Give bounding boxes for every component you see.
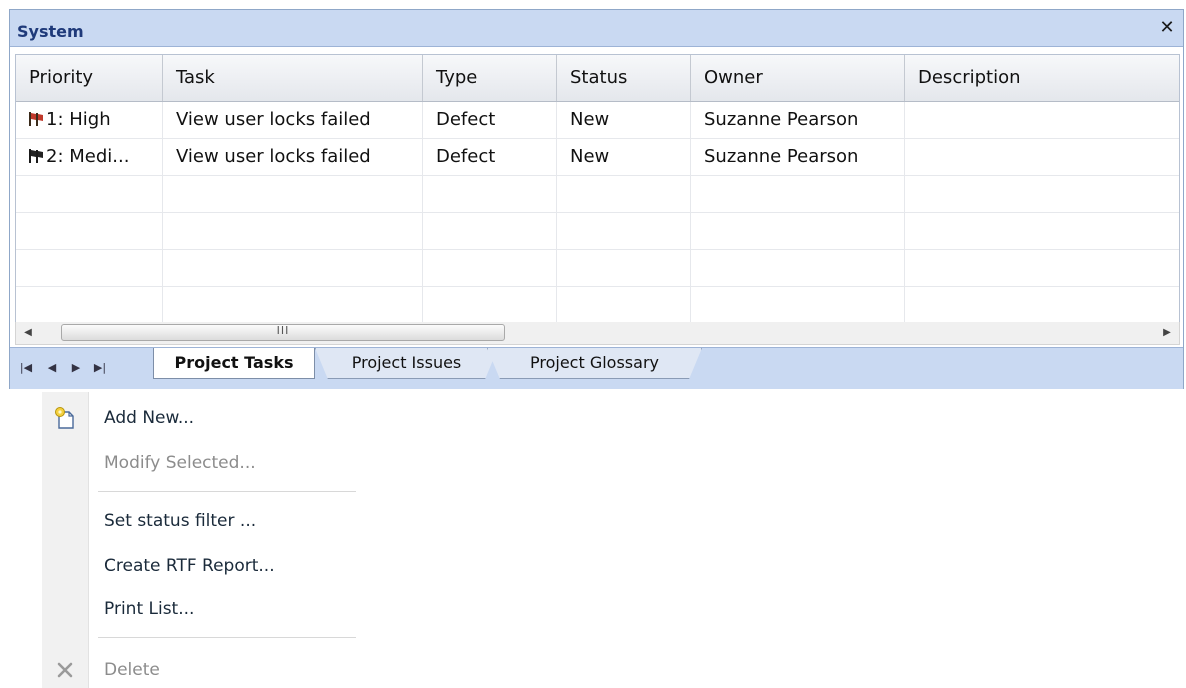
first-tab-icon[interactable]: |◀ xyxy=(18,360,34,376)
empty-row xyxy=(16,213,1179,250)
empty-cell xyxy=(423,213,557,249)
new-item-icon xyxy=(55,407,74,429)
empty-cell xyxy=(905,287,1179,323)
menu-item-delete[interactable]: Delete xyxy=(42,652,358,688)
empty-cell xyxy=(163,176,423,212)
window-title: System xyxy=(17,22,84,41)
priority-flag-icon xyxy=(29,112,43,126)
menu-item-label: Delete xyxy=(104,660,160,680)
grid-header: Priority Task Type Status Owner Descript… xyxy=(16,55,1179,102)
priority-label: 1: High xyxy=(46,109,111,130)
empty-cell xyxy=(557,250,691,286)
empty-cell xyxy=(163,250,423,286)
previous-tab-icon[interactable]: ◀ xyxy=(44,360,60,376)
menu-separator xyxy=(98,637,356,638)
table-row[interactable]: 2: Medi... View user locks failed Defect… xyxy=(16,139,1179,176)
menu-item-add-new[interactable]: Add New... xyxy=(42,400,358,436)
scrollbar-grip: III xyxy=(276,324,290,337)
tab-project-tasks[interactable]: Project Tasks xyxy=(153,348,315,379)
owner-cell: Suzanne Pearson xyxy=(691,102,905,138)
priority-label: 2: Medi... xyxy=(46,146,130,167)
description-cell xyxy=(905,139,1179,175)
context-menu: Add New... Modify Selected... Set status… xyxy=(42,392,358,688)
task-cell: View user locks failed xyxy=(163,102,423,138)
empty-cell xyxy=(16,287,163,323)
priority-cell: 1: High xyxy=(16,102,163,138)
column-header-description[interactable]: Description xyxy=(905,55,1179,101)
empty-cell xyxy=(905,176,1179,212)
empty-row xyxy=(16,250,1179,287)
menu-item-create-rtf-report[interactable]: Create RTF Report... xyxy=(42,548,358,584)
empty-cell xyxy=(905,213,1179,249)
scroll-right-icon[interactable]: ▶ xyxy=(1157,322,1177,344)
empty-cell xyxy=(163,213,423,249)
empty-cell xyxy=(423,287,557,323)
menu-item-label: Print List... xyxy=(104,599,195,619)
scrollbar-thumb[interactable]: III xyxy=(61,324,505,341)
last-tab-icon[interactable]: ▶| xyxy=(92,360,108,376)
status-cell: New xyxy=(557,102,691,138)
task-cell: View user locks failed xyxy=(163,139,423,175)
empty-row xyxy=(16,176,1179,213)
scroll-left-icon[interactable]: ◀ xyxy=(18,322,38,344)
owner-cell: Suzanne Pearson xyxy=(691,139,905,175)
menu-item-label: Add New... xyxy=(104,408,195,428)
empty-cell xyxy=(423,250,557,286)
menu-item-label: Set status filter ... xyxy=(104,511,257,531)
tab-project-glossary[interactable]: Project Glossary xyxy=(487,348,702,379)
menu-item-print-list[interactable]: Print List... xyxy=(42,591,358,627)
description-cell xyxy=(905,102,1179,138)
empty-cell xyxy=(16,213,163,249)
empty-cell xyxy=(16,176,163,212)
column-header-status[interactable]: Status xyxy=(557,55,691,101)
type-cell: Defect xyxy=(423,102,557,138)
column-header-priority[interactable]: Priority xyxy=(16,55,163,101)
menu-icon-gutter xyxy=(42,392,89,688)
empty-cell xyxy=(557,287,691,323)
window-titlebar: System ✕ xyxy=(10,10,1183,47)
column-header-task[interactable]: Task xyxy=(163,55,423,101)
delete-icon xyxy=(57,662,73,678)
table-row[interactable]: 1: High View user locks failed Defect Ne… xyxy=(16,102,1179,139)
priority-flag-icon xyxy=(29,149,43,163)
menu-item-label: Create RTF Report... xyxy=(104,556,275,576)
next-tab-icon[interactable]: ▶ xyxy=(68,360,84,376)
empty-cell xyxy=(905,250,1179,286)
empty-cell xyxy=(691,176,905,212)
system-window: System ✕ Priority Task Type Status Owner… xyxy=(9,9,1184,389)
status-cell: New xyxy=(557,139,691,175)
menu-item-label: Modify Selected... xyxy=(104,453,256,473)
empty-cell xyxy=(691,250,905,286)
empty-row xyxy=(16,287,1179,323)
empty-cell xyxy=(423,176,557,212)
tab-project-issues[interactable]: Project Issues xyxy=(315,348,498,379)
horizontal-scrollbar[interactable]: ◀ III ▶ xyxy=(15,322,1180,345)
empty-cell xyxy=(691,213,905,249)
menu-separator xyxy=(98,491,356,492)
column-header-type[interactable]: Type xyxy=(423,55,557,101)
empty-cell xyxy=(16,250,163,286)
type-cell: Defect xyxy=(423,139,557,175)
empty-cell xyxy=(557,176,691,212)
task-grid: Priority Task Type Status Owner Descript… xyxy=(15,54,1180,324)
empty-cell xyxy=(163,287,423,323)
priority-cell: 2: Medi... xyxy=(16,139,163,175)
tab-strip: |◀ ◀ ▶ ▶| Project Tasks Project Issues P… xyxy=(10,347,1183,389)
empty-cell xyxy=(557,213,691,249)
menu-item-modify-selected[interactable]: Modify Selected... xyxy=(42,445,358,481)
close-icon[interactable]: ✕ xyxy=(1157,18,1177,38)
column-header-owner[interactable]: Owner xyxy=(691,55,905,101)
empty-cell xyxy=(691,287,905,323)
menu-item-set-status-filter[interactable]: Set status filter ... xyxy=(42,503,358,539)
